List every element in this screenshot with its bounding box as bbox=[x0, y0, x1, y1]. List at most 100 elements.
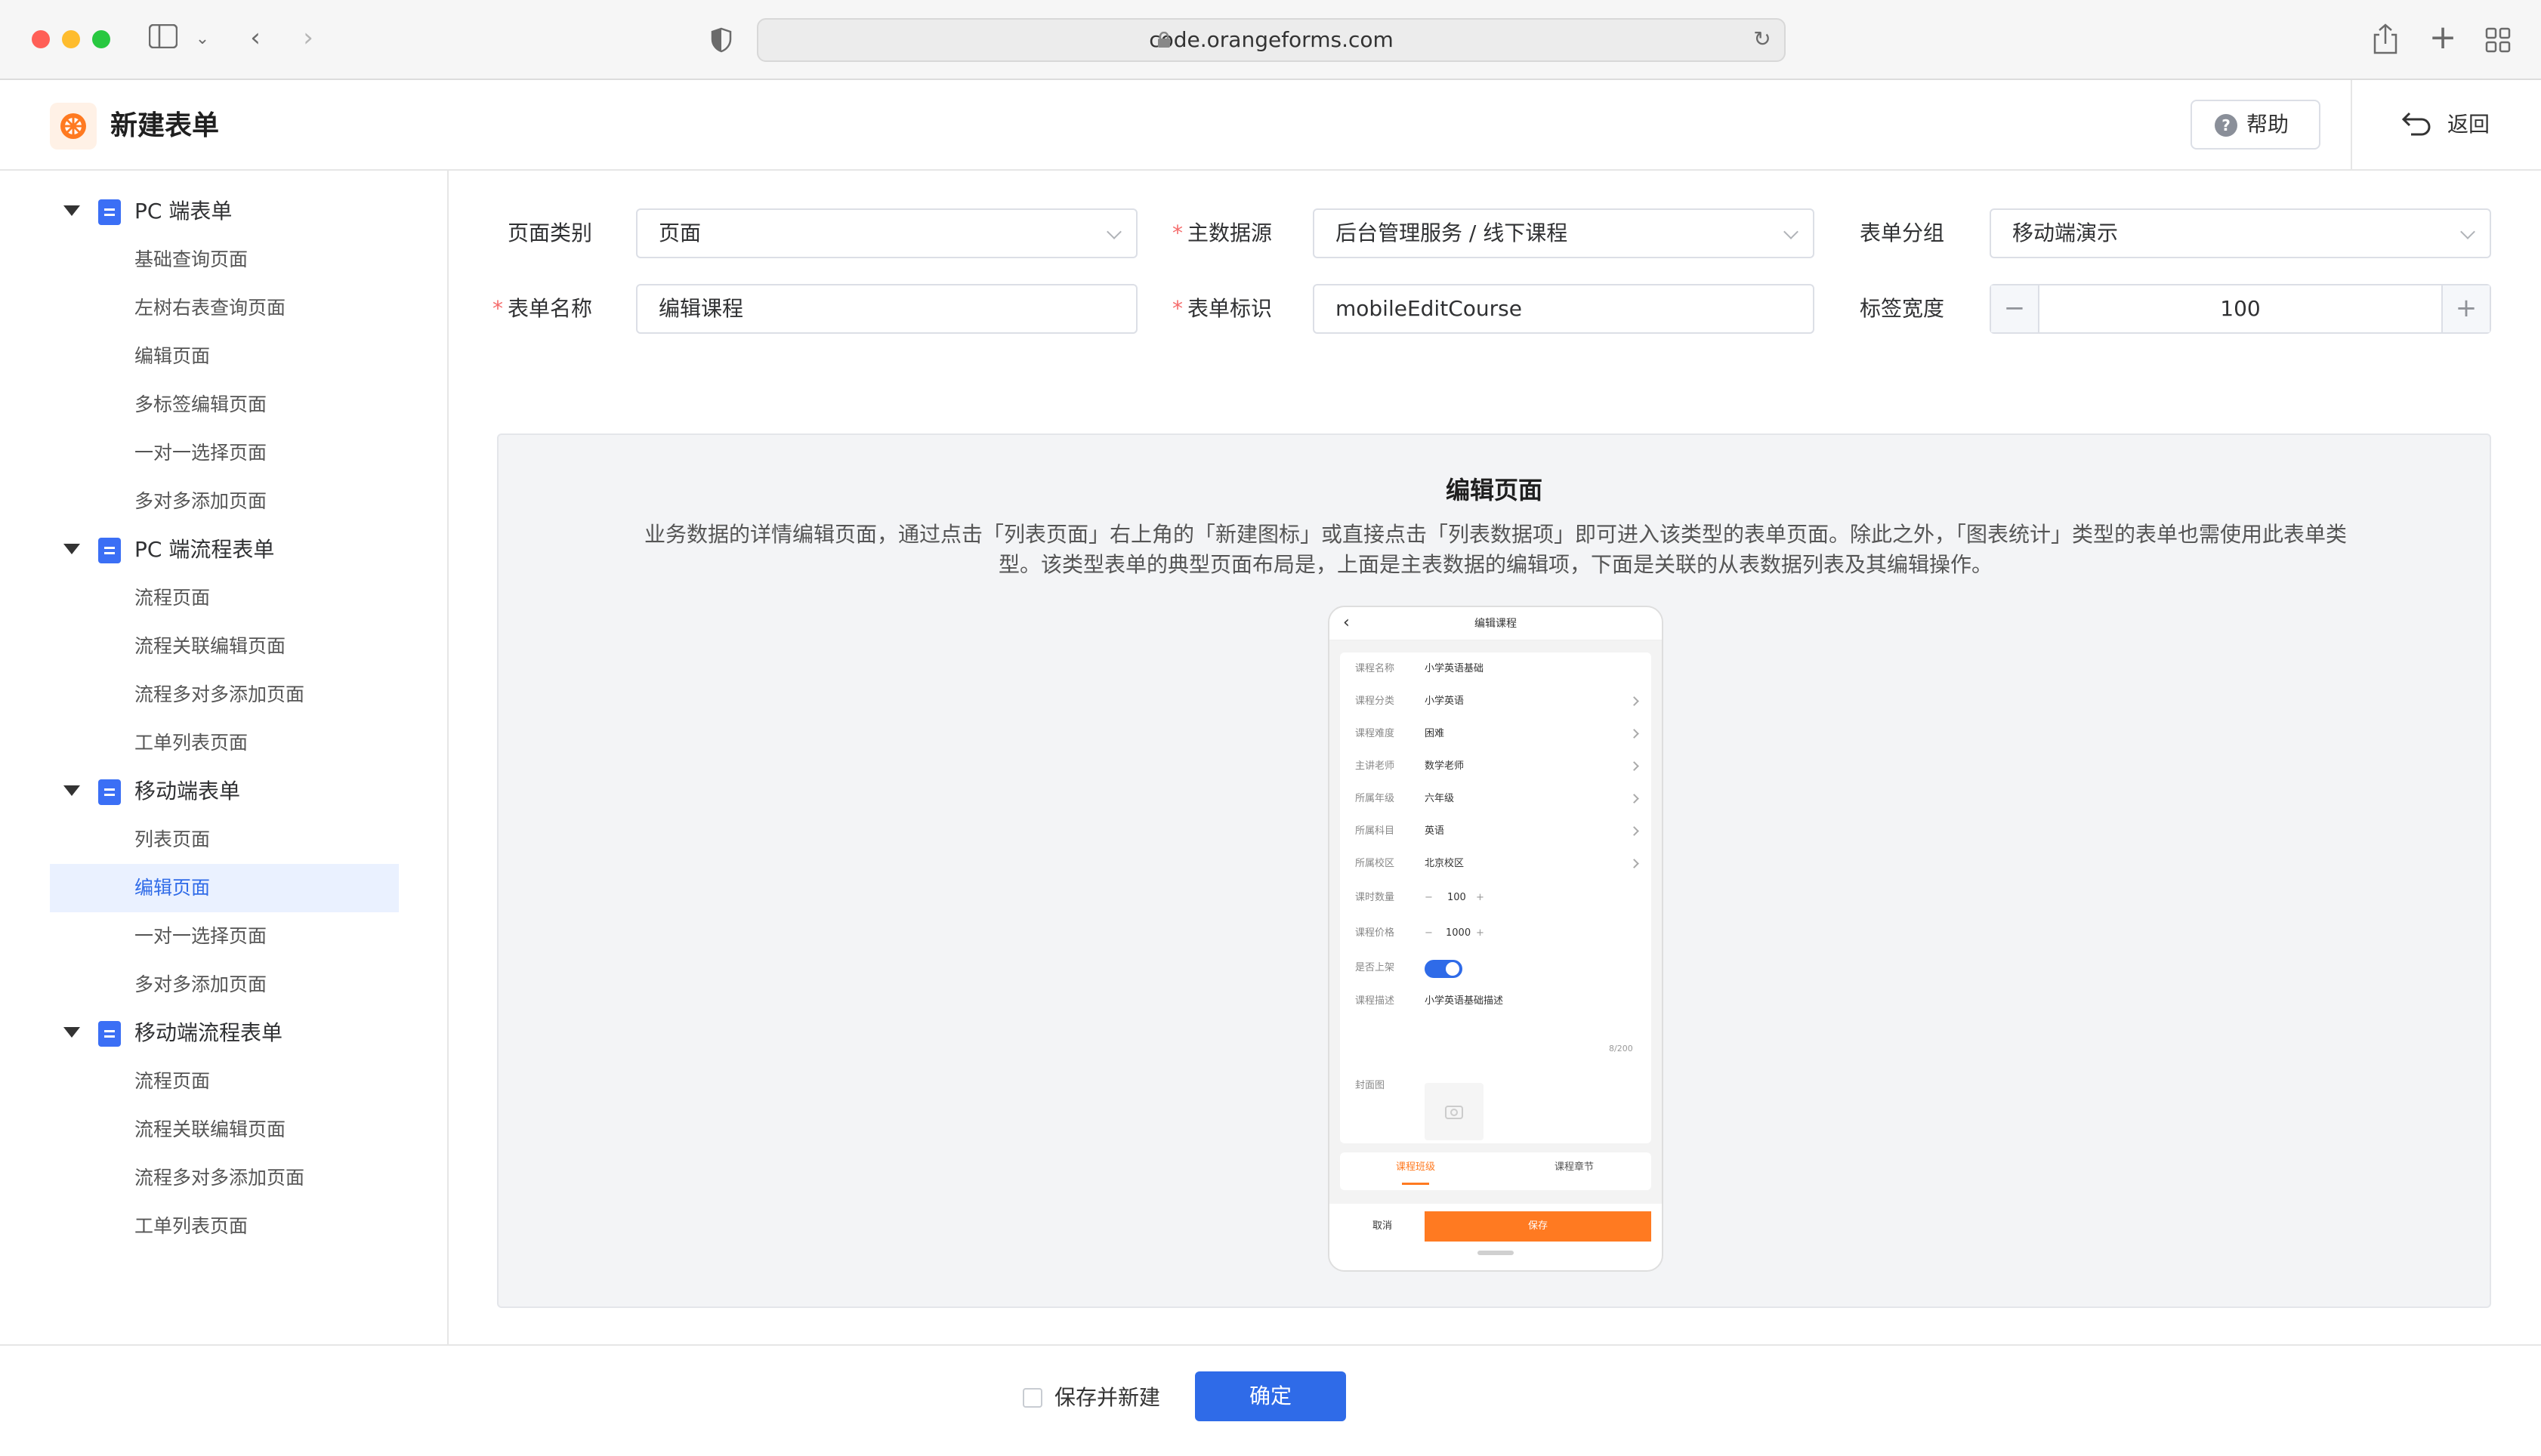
header-divider bbox=[2351, 80, 2352, 169]
form-code-input[interactable]: mobileEditCourse bbox=[1313, 284, 1814, 334]
mobile-nav-title: 编辑课程 bbox=[1474, 618, 1517, 630]
shield-icon[interactable] bbox=[710, 27, 733, 53]
label-width-label: 标签宽度 bbox=[1859, 296, 1944, 321]
mobile-field-label: 所属校区 bbox=[1355, 858, 1395, 869]
new-tab-icon[interactable]: + bbox=[2428, 21, 2458, 54]
sidebar-toggle-icon[interactable] bbox=[148, 23, 178, 55]
datasource-select[interactable]: 后台管理服务 / 线下课程 bbox=[1313, 208, 1814, 258]
tree-group-label: 移动端流程表单 bbox=[134, 1020, 283, 1045]
mobile-bottom-bar: 取消 保存 bbox=[1329, 1204, 1662, 1270]
tree-group-mobile-form[interactable]: 移动端表单 bbox=[0, 767, 449, 816]
mobile-field-label: 课程价格 bbox=[1355, 927, 1395, 939]
tree-item[interactable]: 一对一选择页面 bbox=[50, 429, 399, 477]
form-code-value: mobileEditCourse bbox=[1335, 296, 1522, 321]
mobile-field-value: 北京校区 bbox=[1425, 858, 1465, 869]
tree-item[interactable]: 左树右表查询页面 bbox=[50, 284, 399, 332]
tree-group-mobile-flow-form[interactable]: 移动端流程表单 bbox=[0, 1009, 449, 1057]
tree-item[interactable]: 流程关联编辑页面 bbox=[50, 1106, 399, 1154]
tree-item[interactable]: 流程关联编辑页面 bbox=[50, 622, 399, 671]
tree-group-pc-form[interactable]: PC 端表单 bbox=[0, 187, 449, 236]
chevron-down-icon bbox=[1783, 224, 1798, 239]
form-name-input[interactable]: 编辑课程 bbox=[636, 284, 1138, 334]
tree-item[interactable]: 工单列表页面 bbox=[50, 1202, 399, 1251]
mobile-field-row: 课程难度 困难 bbox=[1342, 717, 1651, 751]
mobile-desc-counter: 8/200 bbox=[1609, 1044, 1633, 1053]
reload-icon[interactable]: ↻ bbox=[1751, 24, 1774, 54]
chevron-right-icon bbox=[1629, 794, 1639, 804]
mobile-field-value: 困难 bbox=[1425, 728, 1445, 739]
mobile-toggle-switch bbox=[1425, 960, 1462, 978]
mobile-field-label: 课程分类 bbox=[1355, 696, 1395, 707]
camera-icon bbox=[1425, 1083, 1484, 1140]
tree-item[interactable]: 编辑页面 bbox=[50, 332, 399, 381]
mobile-save-button: 保存 bbox=[1425, 1211, 1651, 1242]
mobile-desc-row: 课程描述 小学英语基础描述 bbox=[1342, 985, 1651, 1018]
document-icon bbox=[98, 779, 121, 805]
form-type-preview: 编辑页面 业务数据的详情编辑页面，通过点击「列表页面」右上角的「新建图标」或直接… bbox=[497, 433, 2491, 1308]
tree-group-pc-flow-form[interactable]: PC 端流程表单 bbox=[0, 526, 449, 574]
preview-description: 业务数据的详情编辑页面，通过点击「列表页面」右上角的「新建图标」或直接点击「列表… bbox=[644, 522, 2347, 577]
confirm-button[interactable]: 确定 bbox=[1195, 1371, 1346, 1421]
document-icon bbox=[98, 538, 121, 563]
back-nav-icon[interactable]: ‹ bbox=[242, 23, 269, 53]
plus-button[interactable]: + bbox=[2441, 285, 2490, 332]
share-icon[interactable] bbox=[2370, 23, 2401, 56]
mobile-field-label: 课程名称 bbox=[1355, 663, 1395, 674]
tree-item[interactable]: 流程页面 bbox=[50, 574, 399, 622]
group-select[interactable]: 移动端演示 bbox=[1990, 208, 2491, 258]
help-label: 帮助 bbox=[2246, 112, 2289, 137]
tree-item[interactable]: 流程多对多添加页面 bbox=[50, 671, 399, 719]
tree-item[interactable]: 流程多对多添加页面 bbox=[50, 1154, 399, 1202]
tree-item-active[interactable]: 编辑页面 bbox=[50, 864, 399, 912]
minus-icon: − bbox=[1425, 927, 1433, 939]
plus-icon: + bbox=[1476, 892, 1484, 903]
minus-button[interactable]: − bbox=[1991, 285, 2039, 332]
page-title: 新建表单 bbox=[110, 110, 220, 141]
mobile-price-value: 1000 bbox=[1446, 927, 1471, 939]
save-and-new-label[interactable]: 保存并新建 bbox=[1054, 1380, 1160, 1415]
tree-item[interactable]: 多标签编辑页面 bbox=[50, 381, 399, 429]
mobile-cancel-button: 取消 bbox=[1372, 1220, 1392, 1232]
tree-item[interactable]: 多对多添加页面 bbox=[50, 961, 399, 1009]
mobile-field-row: 所属科目 英语 bbox=[1342, 815, 1651, 848]
forward-nav-icon[interactable]: › bbox=[295, 23, 322, 53]
chevron-right-icon bbox=[1629, 729, 1639, 739]
document-icon bbox=[98, 1021, 121, 1047]
browser-toolbar: ⌄ ‹ › code.orangeforms.com ↻ + bbox=[0, 0, 2541, 80]
home-indicator bbox=[1477, 1251, 1514, 1255]
chevron-right-icon bbox=[1629, 859, 1639, 868]
mobile-field-value: 英语 bbox=[1425, 825, 1445, 837]
chevron-right-icon bbox=[1629, 826, 1639, 836]
mobile-field-label: 封面图 bbox=[1355, 1080, 1385, 1091]
mobile-onshelf-row: 是否上架 bbox=[1342, 952, 1651, 985]
chevron-down-icon[interactable]: ⌄ bbox=[193, 24, 211, 54]
tree-item[interactable]: 工单列表页面 bbox=[50, 719, 399, 767]
question-icon: ? bbox=[2215, 114, 2237, 137]
form-name-label: * 表单名称 bbox=[492, 296, 592, 321]
mobile-field-label: 所属年级 bbox=[1355, 793, 1395, 804]
page-type-select[interactable]: 页面 bbox=[636, 208, 1138, 258]
tree-item[interactable]: 一对一选择页面 bbox=[50, 912, 399, 961]
tree-item[interactable]: 列表页面 bbox=[50, 816, 399, 864]
tab-overview-icon[interactable] bbox=[2485, 27, 2511, 53]
back-button[interactable]: 返回 bbox=[2399, 100, 2512, 150]
save-and-new-checkbox[interactable] bbox=[1023, 1388, 1042, 1408]
label-width-stepper[interactable]: − 100 + bbox=[1990, 284, 2491, 334]
tree-item[interactable]: 流程页面 bbox=[50, 1057, 399, 1106]
mobile-tab-indicator bbox=[1402, 1183, 1429, 1185]
tree-item[interactable]: 多对多添加页面 bbox=[50, 477, 399, 526]
tree-group-label: 移动端表单 bbox=[134, 779, 241, 804]
address-bar[interactable]: code.orangeforms.com ↻ bbox=[757, 18, 1786, 62]
help-button[interactable]: ? 帮助 bbox=[2191, 100, 2320, 150]
zoom-window-button[interactable] bbox=[92, 30, 110, 48]
mobile-hours-stepper: − 100 + bbox=[1425, 881, 1493, 915]
url-text: code.orangeforms.com bbox=[1149, 27, 1394, 52]
chevron-right-icon bbox=[1629, 761, 1639, 771]
close-window-button[interactable] bbox=[32, 30, 50, 48]
minimize-window-button[interactable] bbox=[62, 30, 80, 48]
tree-group-label: PC 端表单 bbox=[134, 199, 233, 224]
caret-down-icon bbox=[63, 785, 80, 796]
plus-icon: + bbox=[1476, 927, 1484, 939]
mobile-field-value: 六年级 bbox=[1425, 793, 1455, 804]
tree-item[interactable]: 基础查询页面 bbox=[50, 236, 399, 284]
